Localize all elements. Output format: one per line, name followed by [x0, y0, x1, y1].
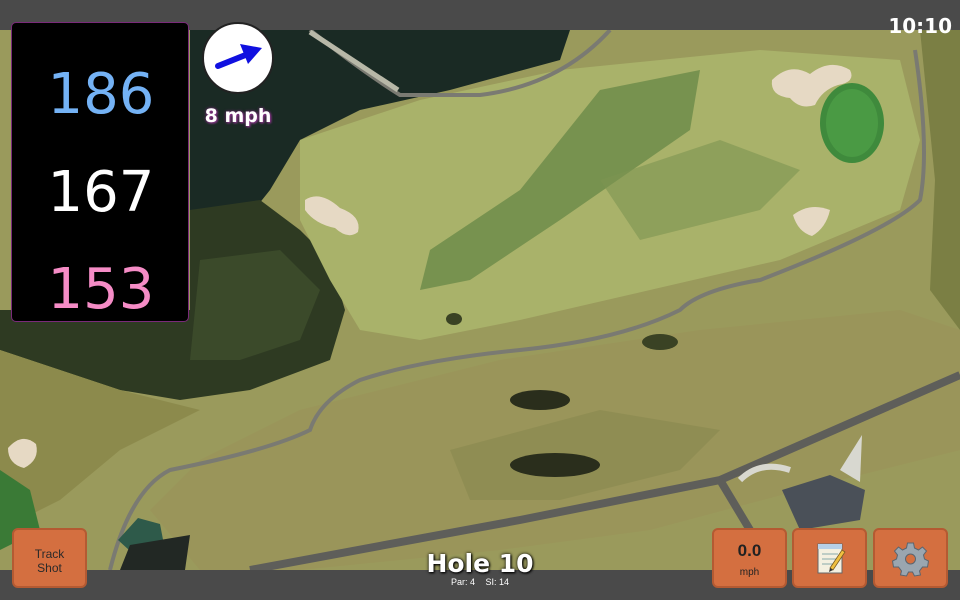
wind-speed: 8 mph	[204, 105, 272, 127]
front-distance: 153	[47, 257, 155, 322]
gear-icon	[891, 542, 930, 577]
hole-title: Hole 10	[426, 549, 534, 578]
wind-arrow-icon	[215, 44, 262, 69]
track-shot-button[interactable]: Track Shot	[12, 528, 87, 588]
middle-distance: 167	[47, 160, 155, 225]
stroke-index-label: SI: 14	[485, 577, 510, 587]
settings-button[interactable]	[873, 528, 948, 588]
speed-button[interactable]: 0.0 mph	[712, 528, 787, 588]
wind-direction-indicator	[202, 22, 274, 94]
notes-button[interactable]	[792, 528, 867, 588]
status-clock: 10:10	[888, 14, 952, 38]
track-shot-label: Track Shot	[34, 547, 65, 575]
speed-value: 0.0	[737, 541, 762, 560]
notepad-icon	[817, 543, 846, 574]
par-label: Par: 4	[450, 577, 475, 587]
back-distance: 186	[47, 62, 155, 127]
speed-unit: mph	[739, 567, 760, 578]
distance-panel: 186 167 153	[11, 22, 189, 322]
hole-info: Par: 4 SI: 14	[380, 577, 580, 587]
